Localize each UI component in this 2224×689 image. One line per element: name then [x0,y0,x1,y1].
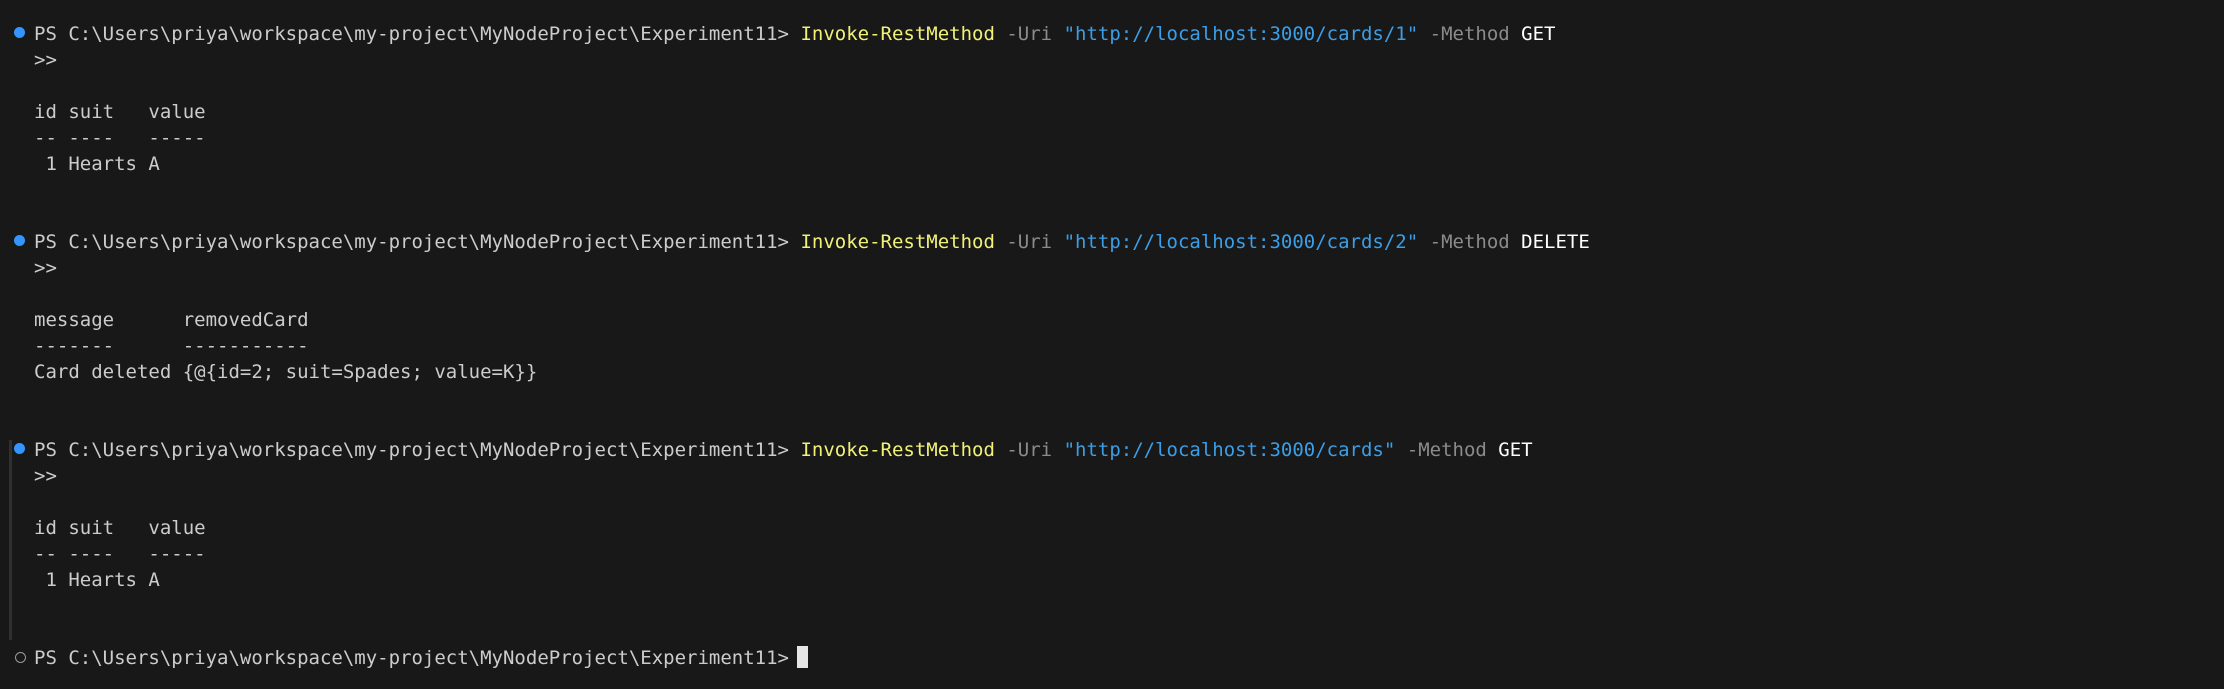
text-cursor [796,646,808,668]
output-header: id suit value [34,101,206,123]
prompt: PS C:\Users\priya\workspace\my-project\M… [34,647,789,669]
command-line[interactable]: PS C:\Users\priya\workspace\my-project\M… [34,229,1590,255]
command-gutter-bar [9,440,12,640]
cmdlet: Invoke-RestMethod [800,231,995,253]
terminal-panel[interactable]: PS C:\Users\priya\workspace\my-project\M… [0,0,2224,689]
output-separator: -- ---- ----- [34,127,206,149]
command-pending-decoration-icon[interactable] [15,652,26,663]
method-value: DELETE [1521,231,1590,253]
continuation-prompt: >> [34,257,57,279]
command-line[interactable]: PS C:\Users\priya\workspace\my-project\M… [34,21,1556,47]
uri-param: -Uri [1006,439,1053,461]
cmdlet: Invoke-RestMethod [800,439,995,461]
uri-string: "http://localhost:3000/cards" [1063,439,1396,461]
output-row: Card deleted {@{id=2; suit=Spades; value… [34,361,538,383]
output-header: id suit value [34,517,206,539]
uri-param: -Uri [1006,23,1053,45]
output-row: 1 Hearts A [34,569,160,591]
command-success-decoration-icon[interactable] [14,27,25,38]
method-param: -Method [1406,439,1487,461]
output-row: 1 Hearts A [34,153,160,175]
continuation-prompt: >> [34,465,57,487]
uri-string: "http://localhost:3000/cards/2" [1063,231,1419,253]
method-value: GET [1521,23,1556,45]
method-param: -Method [1429,231,1510,253]
prompt: PS C:\Users\priya\workspace\my-project\M… [34,439,789,461]
output-header: message removedCard [34,309,309,331]
command-line[interactable]: PS C:\Users\priya\workspace\my-project\M… [34,437,1533,463]
continuation-prompt: >> [34,49,57,71]
uri-string: "http://localhost:3000/cards/1" [1063,23,1419,45]
command-success-decoration-icon[interactable] [14,235,25,246]
cmdlet: Invoke-RestMethod [800,23,995,45]
uri-param: -Uri [1006,231,1053,253]
command-success-decoration-icon[interactable] [14,443,25,454]
method-value: GET [1498,439,1533,461]
current-input-line[interactable]: PS C:\Users\priya\workspace\my-project\M… [34,645,808,671]
prompt: PS C:\Users\priya\workspace\my-project\M… [34,231,789,253]
output-separator: ------- ----------- [34,335,309,357]
output-separator: -- ---- ----- [34,543,206,565]
prompt: PS C:\Users\priya\workspace\my-project\M… [34,23,789,45]
method-param: -Method [1429,23,1510,45]
